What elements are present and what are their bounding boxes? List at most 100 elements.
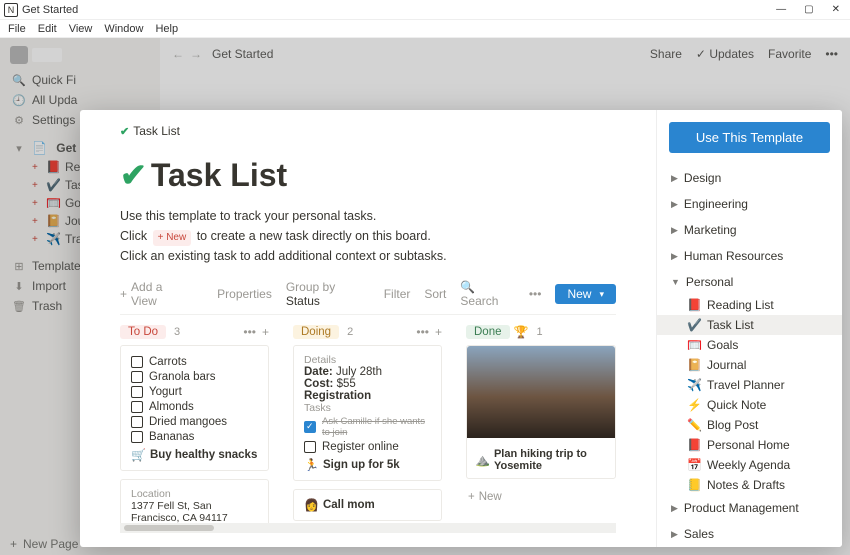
more-icon[interactable]: ••• <box>416 325 429 339</box>
trophy-icon: 🏆 <box>514 325 529 339</box>
modal-breadcrumb[interactable]: ✔ Task List <box>120 124 616 138</box>
checkbox-icon[interactable] <box>304 441 316 453</box>
menu-file[interactable]: File <box>8 23 26 35</box>
emoji-icon: 📔 <box>687 358 701 372</box>
emoji-icon: ✈️ <box>687 378 701 392</box>
window-title: Get Started <box>22 4 78 16</box>
tmpl-quick-note[interactable]: ⚡Quick Note <box>657 395 842 415</box>
category-design[interactable]: ▶Design <box>657 165 842 191</box>
emoji-icon: ⚡ <box>687 398 701 412</box>
emoji-icon: 🏃 <box>304 458 319 472</box>
checkbox-icon[interactable] <box>131 371 143 383</box>
checkbox-icon[interactable] <box>131 386 143 398</box>
column-count: 3 <box>174 326 180 338</box>
category-marketing[interactable]: ▶Marketing <box>657 217 842 243</box>
category-product-mgmt[interactable]: ▶Product Management <box>657 495 842 521</box>
tmpl-travel-planner[interactable]: ✈️Travel Planner <box>657 375 842 395</box>
plus-icon[interactable]: + <box>262 325 269 339</box>
use-template-button[interactable]: Use This Template <box>669 122 830 153</box>
column-header-todo: To Do 3 ••• + <box>120 325 269 339</box>
tmpl-personal-home[interactable]: 📕Personal Home <box>657 435 842 455</box>
category-engineering[interactable]: ▶Engineering <box>657 191 842 217</box>
caret-down-icon: ▼ <box>671 277 680 287</box>
board-toolbar: +Add a View Properties Group by Status F… <box>120 280 616 315</box>
horizontal-scrollbar[interactable] <box>120 523 616 533</box>
status-tag-todo[interactable]: To Do <box>120 325 166 339</box>
column-done: Done 🏆 1 ⛰️Plan hiking trip to Yosemite … <box>466 325 616 523</box>
app-icon: N <box>4 3 18 17</box>
column-todo: To Do 3 ••• + Carrots Granola bars Yogurt… <box>120 325 269 523</box>
tmpl-task-list[interactable]: ✔️Task List <box>657 315 842 335</box>
page-description: Use this template to track your personal… <box>120 206 616 266</box>
caret-right-icon: ▶ <box>671 503 678 514</box>
tmpl-goals[interactable]: 🥅Goals <box>657 335 842 355</box>
caret-right-icon: ▶ <box>671 251 678 262</box>
search-icon: 🔍 <box>460 280 475 294</box>
group-by-button[interactable]: Group by Status <box>286 280 370 308</box>
card-cover-image <box>467 346 615 438</box>
more-icon[interactable]: ••• <box>243 325 256 339</box>
tmpl-notes-drafts[interactable]: 📒Notes & Drafts <box>657 475 842 495</box>
card-buy-snacks[interactable]: Carrots Granola bars Yogurt Almonds Drie… <box>120 345 269 471</box>
category-hr[interactable]: ▶Human Resources <box>657 243 842 269</box>
tmpl-blog-post[interactable]: ✏️Blog Post <box>657 415 842 435</box>
checkbox-icon[interactable] <box>131 416 143 428</box>
emoji-icon: 📅 <box>687 458 701 472</box>
menu-view[interactable]: View <box>69 23 93 35</box>
close-icon[interactable]: ✕ <box>832 4 840 15</box>
column-doing: Doing 2 •••+ Details Date: July 28th Cos… <box>293 325 442 523</box>
status-tag-done[interactable]: Done <box>466 325 510 339</box>
plus-icon: + <box>468 491 475 503</box>
emoji-icon: 👩 <box>304 498 319 512</box>
plus-icon[interactable]: + <box>435 325 442 339</box>
more-icon[interactable]: ••• <box>529 287 542 301</box>
card-call-mom[interactable]: 👩Call mom <box>293 489 442 521</box>
card-yosemite[interactable]: ⛰️Plan hiking trip to Yosemite <box>466 345 616 479</box>
checkbox-icon[interactable] <box>131 356 143 368</box>
tmpl-weekly-agenda[interactable]: 📅Weekly Agenda <box>657 455 842 475</box>
minimize-icon[interactable]: — <box>776 4 786 15</box>
tmpl-reading-list[interactable]: 📕Reading List <box>657 295 842 315</box>
properties-button[interactable]: Properties <box>217 287 272 301</box>
checkbox-checked-icon[interactable] <box>304 421 316 433</box>
scrollbar-thumb[interactable] <box>124 525 214 531</box>
menu-window[interactable]: Window <box>104 23 143 35</box>
template-sidebar: Use This Template ▶Design ▶Engineering ▶… <box>656 110 842 547</box>
emoji-icon: ✏️ <box>687 418 701 432</box>
card-location[interactable]: Location 1377 Fell St, San Francisco, CA… <box>120 479 269 523</box>
caret-right-icon: ▶ <box>671 199 678 210</box>
menu-help[interactable]: Help <box>155 23 178 35</box>
check-icon: ✔ <box>120 156 147 194</box>
add-view-button[interactable]: +Add a View <box>120 280 189 308</box>
column-header-doing: Doing 2 •••+ <box>293 325 442 339</box>
column-header-done: Done 🏆 1 <box>466 325 616 339</box>
menu-edit[interactable]: Edit <box>38 23 57 35</box>
titlebar: N Get Started — ▢ ✕ <box>0 0 850 20</box>
checkbox-icon[interactable] <box>131 401 143 413</box>
maximize-icon[interactable]: ▢ <box>804 4 813 15</box>
menubar: File Edit View Window Help <box>0 20 850 38</box>
new-card-button[interactable]: +New <box>466 487 616 507</box>
emoji-icon: 🥅 <box>687 338 701 352</box>
emoji-icon: ⛰️ <box>475 453 490 467</box>
app-root: 🔍Quick Fi 🕘All Upda ⚙Settings ▾📄 Get S +… <box>0 38 850 555</box>
new-button[interactable]: New▾ <box>555 284 616 304</box>
emoji-icon: 📕 <box>687 438 701 452</box>
template-modal: ✔ Task List ✔ Task List Use this templat… <box>80 110 842 547</box>
filter-button[interactable]: Filter <box>384 287 411 301</box>
card-signup-5k[interactable]: Details Date: July 28th Cost: $55 Regist… <box>293 345 442 481</box>
sort-button[interactable]: Sort <box>424 287 446 301</box>
category-sales[interactable]: ▶Sales <box>657 521 842 547</box>
window-controls: — ▢ ✕ <box>776 4 846 15</box>
tmpl-journal[interactable]: 📔Journal <box>657 355 842 375</box>
emoji-icon: 🛒 <box>131 448 146 462</box>
status-tag-doing[interactable]: Doing <box>293 325 339 339</box>
check-icon: ✔ <box>120 125 129 138</box>
emoji-icon: 📕 <box>687 298 701 312</box>
check-icon: ✔️ <box>687 318 701 332</box>
caret-right-icon: ▶ <box>671 225 678 236</box>
checkbox-icon[interactable] <box>131 431 143 443</box>
category-personal[interactable]: ▼Personal <box>657 269 842 295</box>
search-button[interactable]: 🔍 Search <box>460 280 514 308</box>
chevron-down-icon: ▾ <box>599 289 604 300</box>
